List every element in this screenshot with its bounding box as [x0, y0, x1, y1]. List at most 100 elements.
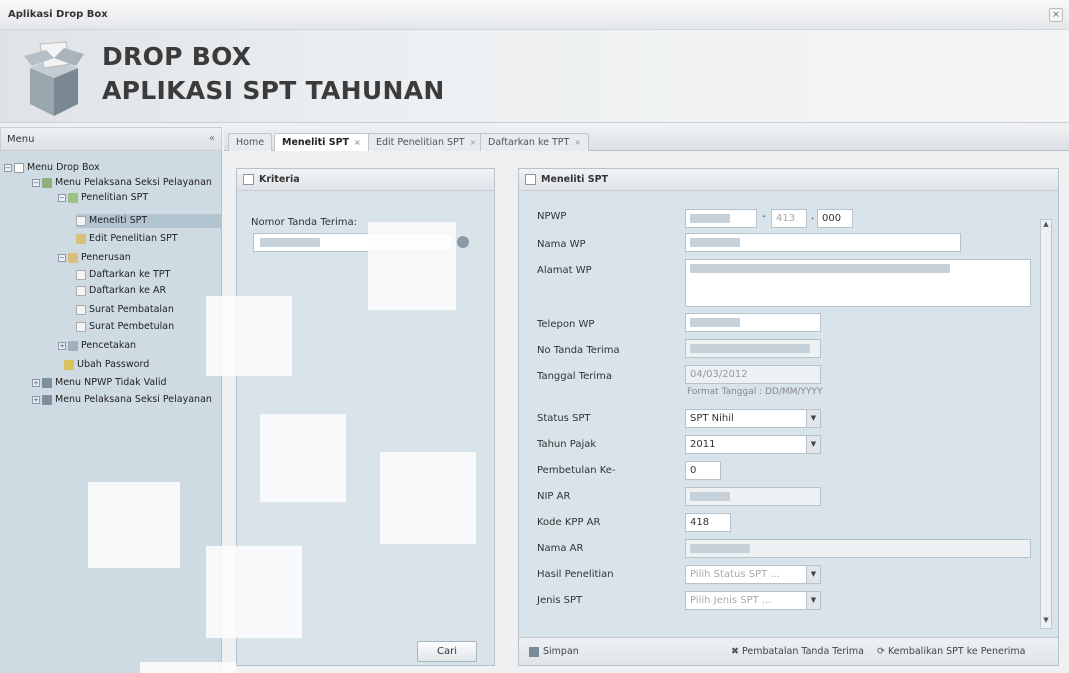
banner-subtitle: APLIKASI SPT TAHUNAN: [102, 76, 445, 105]
telepon-wp-field[interactable]: [685, 313, 821, 332]
collapse-icon[interactable]: «: [209, 133, 215, 144]
chevron-down-icon[interactable]: ▼: [806, 436, 820, 453]
scroll-up-icon[interactable]: ▲: [1041, 220, 1051, 232]
status-spt-select[interactable]: SPT Nihil ▼: [685, 409, 821, 428]
return-icon: ⟳: [877, 646, 885, 657]
no-tanda-terima-label: No Tanda Terima: [537, 345, 620, 356]
tree-item-penerusan[interactable]: − Penerusan: [58, 251, 131, 265]
pencil-icon: [76, 233, 86, 244]
close-tab-icon[interactable]: ×: [574, 138, 581, 147]
nip-ar-field[interactable]: [685, 487, 821, 506]
kode-kpp-ar-field[interactable]: 418: [685, 513, 731, 532]
clear-icon[interactable]: [457, 236, 469, 248]
tree-item-pelaksana-seksi[interactable]: + Menu Pelaksana Seksi Pelayanan: [32, 393, 212, 407]
nama-wp-field[interactable]: [685, 233, 961, 252]
header-banner: DROP BOX APLIKASI SPT TAHUNAN: [0, 30, 1069, 123]
doc-icon: [76, 304, 86, 315]
telepon-wp-label: Telepon WP: [537, 319, 595, 330]
simpan-button[interactable]: Simpan: [529, 646, 579, 657]
close-tab-icon[interactable]: ×: [470, 138, 477, 147]
tree-item-ubah-password[interactable]: Ubah Password: [64, 358, 149, 372]
tanggal-terima-field[interactable]: 04/03/2012: [685, 365, 821, 384]
form-scrollbar[interactable]: ▲ ▼: [1040, 219, 1052, 629]
menu-title: Menu: [7, 134, 35, 145]
pembetulan-field[interactable]: 0: [685, 461, 721, 480]
pembatalan-tanda-terima-button[interactable]: ✖ Pembatalan Tanda Terima: [731, 646, 864, 657]
tree-item-npwp-tidak-valid[interactable]: + Menu NPWP Tidak Valid: [32, 376, 167, 390]
banner-title: DROP BOX: [102, 42, 252, 71]
hasil-penelitian-select[interactable]: Pilih Status SPT ... ▼: [685, 565, 821, 584]
form-footer: Simpan ✖ Pembatalan Tanda Terima ⟳ Kembali…: [519, 637, 1058, 665]
npwp-field-main[interactable]: [685, 209, 757, 228]
menu-header: Menu «: [0, 127, 222, 151]
nomor-tanda-terima-label: Nomor Tanda Terima:: [251, 217, 358, 228]
tanggal-terima-label: Tanggal Terima: [537, 371, 613, 382]
chevron-down-icon[interactable]: ▼: [806, 566, 820, 583]
tree-item-daftarkan-ar[interactable]: Daftarkan ke AR: [76, 284, 166, 298]
kembalikan-spt-button[interactable]: ⟳ Kembalikan SPT ke Penerima: [877, 646, 1025, 657]
cancel-icon: ✖: [731, 646, 739, 657]
user-icon: [42, 177, 52, 188]
tab-edit-penelitian[interactable]: Edit Penelitian SPT ×: [368, 133, 485, 151]
no-tanda-terima-field[interactable]: [685, 339, 821, 358]
panel-toggle-icon[interactable]: [525, 174, 536, 185]
meneliti-spt-panel: Meneliti SPT NPWP - 413 . 000 Nama WP Al…: [518, 168, 1059, 666]
doc-icon: [76, 269, 86, 280]
chevron-down-icon[interactable]: ▼: [806, 410, 820, 427]
tree-item-menu-pelaksana[interactable]: − Menu Pelaksana Seksi Pelayanan: [32, 176, 212, 190]
alamat-wp-field[interactable]: [685, 259, 1031, 307]
application-window: Aplikasi Drop Box × DROP BOX APLIKASI SP…: [0, 0, 1069, 673]
redaction-block: [380, 452, 476, 544]
scroll-down-icon[interactable]: ▼: [1041, 616, 1051, 628]
jenis-spt-label: Jenis SPT: [537, 595, 583, 606]
redaction-block: [368, 222, 456, 310]
tahun-pajak-label: Tahun Pajak: [537, 439, 597, 450]
tahun-pajak-select[interactable]: 2011 ▼: [685, 435, 821, 454]
tree-item-meneliti-spt[interactable]: Meneliti SPT: [76, 214, 222, 228]
tree-item-penelitian-spt[interactable]: − Penelitian SPT: [58, 191, 148, 205]
tree-item-menu-drop-box[interactable]: − Menu Drop Box: [4, 161, 100, 175]
printer-icon: [68, 340, 78, 351]
pencil-icon: [68, 252, 78, 263]
doc-icon: [76, 215, 86, 226]
tree-item-daftarkan-tpt[interactable]: Daftarkan ke TPT: [76, 268, 170, 282]
nama-ar-field[interactable]: [685, 539, 1031, 558]
key-icon: [64, 359, 74, 370]
tab-daftarkan-tpt[interactable]: Daftarkan ke TPT ×: [480, 133, 590, 151]
hasil-penelitian-label: Hasil Penelitian: [537, 569, 614, 580]
alamat-wp-label: Alamat WP: [537, 265, 592, 276]
npwp-field-kpp[interactable]: 413: [771, 209, 807, 228]
close-icon[interactable]: ×: [1049, 8, 1063, 22]
npwp-label: NPWP: [537, 211, 567, 222]
chevron-down-icon[interactable]: ▼: [806, 592, 820, 609]
redaction-block: [140, 662, 236, 673]
kriteria-header: Kriteria: [237, 169, 494, 191]
check-icon: [68, 192, 78, 203]
nama-wp-label: Nama WP: [537, 239, 586, 250]
folder-icon: [14, 162, 24, 173]
tree-item-surat-pembatalan[interactable]: Surat Pembatalan: [76, 303, 174, 317]
tree-item-surat-pembetulan[interactable]: Surat Pembetulan: [76, 320, 174, 334]
status-spt-label: Status SPT: [537, 413, 591, 424]
cari-button[interactable]: Cari: [417, 641, 477, 662]
nama-ar-label: Nama AR: [537, 543, 584, 554]
npwp-separator: .: [811, 211, 815, 222]
nip-ar-label: NIP AR: [537, 491, 571, 502]
redaction-block: [206, 296, 292, 376]
tab-strip: Home Meneliti SPT × Edit Penelitian SPT × …: [224, 127, 1069, 151]
jenis-spt-select[interactable]: Pilih Jenis SPT ... ▼: [685, 591, 821, 610]
close-tab-icon[interactable]: ×: [354, 138, 361, 147]
tree-item-pencetakan[interactable]: + Pencetakan: [58, 339, 136, 353]
save-icon: [529, 646, 539, 657]
title-bar: Aplikasi Drop Box ×: [0, 0, 1069, 30]
tab-home[interactable]: Home: [228, 133, 273, 151]
tanggal-format-hint: Format Tanggal : DD/MM/YYYY: [687, 387, 823, 397]
tab-meneliti-spt[interactable]: Meneliti SPT ×: [274, 133, 369, 151]
tree-item-edit-penelitian[interactable]: Edit Penelitian SPT: [76, 232, 178, 246]
panel-toggle-icon[interactable]: [243, 174, 254, 185]
users-icon: [42, 377, 52, 388]
npwp-field-cabang[interactable]: 000: [817, 209, 853, 228]
redaction-block: [88, 482, 180, 568]
window-title: Aplikasi Drop Box: [8, 9, 108, 20]
meneliti-header: Meneliti SPT: [519, 169, 1058, 191]
